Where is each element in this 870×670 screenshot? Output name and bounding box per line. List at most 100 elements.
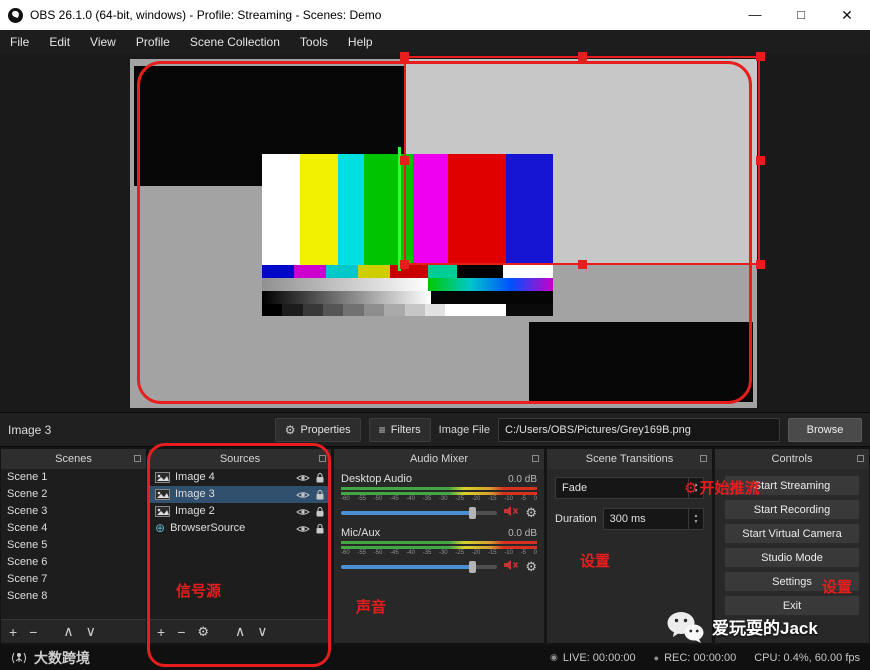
filters-icon: ≡ [379,423,386,437]
scenes-panel-header: Scenes [1,449,146,469]
color-bars-test-pattern [262,154,553,318]
volume-slider-thumb[interactable] [469,507,476,519]
combo-arrows-icon[interactable]: ▲▼ [688,478,703,498]
audio-mixer-title: Audio Mixer [410,453,468,465]
grayscale-steps-strip [262,304,553,316]
channel-name: Mic/Aux [341,527,380,539]
rec-status: ● REC: 00:00:00 [654,652,737,664]
scene-item[interactable]: Scene 8 [1,588,146,605]
lock-icon[interactable] [315,506,325,518]
settings-button[interactable]: Settings [724,571,860,592]
spinner-arrows-icon[interactable]: ▲▼ [688,509,703,529]
image-file-label: Image File [439,424,490,436]
menu-file[interactable]: File [0,30,39,54]
channel-level: 0.0 dB [508,528,537,539]
channel-gear-icon[interactable]: ⚙ [525,505,537,521]
controls-title: Controls [772,453,813,465]
volume-slider[interactable] [341,560,497,574]
titlebar: OBS 26.1.0 (64-bit, windows) - Profile: … [0,0,870,30]
remove-scene-button[interactable]: − [29,624,37,640]
duration-label: Duration [555,513,597,525]
scene-item[interactable]: Scene 6 [1,554,146,571]
source-item[interactable]: Image 4 [149,469,331,486]
scene-item[interactable]: Scene 5 [1,537,146,554]
sources-panel-title: Sources [220,453,260,465]
scene-item[interactable]: Scene 3 [1,503,146,520]
minimize-button[interactable]: — [732,0,778,30]
source-item[interactable]: ⊕ BrowserSource [149,520,331,537]
brand-watermark: 大数跨境 [10,648,90,668]
close-button[interactable]: ✕ [824,0,870,30]
sources-panel: Sources Image 4 [149,449,331,643]
source-item[interactable]: Image 2 [149,503,331,520]
move-scene-up-button[interactable]: ∧ [63,623,73,640]
scene-item[interactable]: Scene 2 [1,486,146,503]
lock-icon[interactable] [315,472,325,484]
transition-value: Fade [556,482,688,494]
start-recording-button[interactable]: Start Recording [724,499,860,520]
start-streaming-button[interactable]: Start Streaming [724,475,860,496]
lock-icon[interactable] [315,489,325,501]
scenes-panel-title: Scenes [55,453,92,465]
dock-popout-icon[interactable] [319,455,326,462]
menubar: File Edit View Profile Scene Collection … [0,30,870,54]
duration-spinbox[interactable]: 300 ms ▲▼ [603,508,704,530]
wechat-watermark: 爱玩耍的Jack [666,610,818,643]
menu-tools[interactable]: Tools [290,30,338,54]
dock-popout-icon[interactable] [857,455,864,462]
remove-source-button[interactable]: − [177,624,185,640]
channel-name: Desktop Audio [341,473,412,485]
image-file-path-input[interactable] [498,418,780,442]
move-source-up-button[interactable]: ∧ [235,623,245,640]
scene-item[interactable]: Scene 7 [1,571,146,588]
menu-view[interactable]: View [80,30,126,54]
browse-button[interactable]: Browse [788,418,862,442]
mute-speaker-icon[interactable] [503,558,519,576]
source-item[interactable]: Image 3 [149,486,331,503]
volume-slider[interactable] [341,506,497,520]
volume-slider-thumb[interactable] [469,561,476,573]
visibility-eye-icon[interactable] [296,473,310,483]
mute-speaker-icon[interactable] [503,504,519,522]
transition-select[interactable]: Fade ▲▼ [555,477,704,499]
image-source-icon [155,472,170,483]
add-source-button[interactable]: + [157,624,165,640]
menu-help[interactable]: Help [338,30,383,54]
volume-meter-right [341,492,537,495]
live-status: ◉ LIVE: 00:00:00 [550,652,636,664]
menu-edit[interactable]: Edit [39,30,80,54]
move-source-down-button[interactable]: ∨ [257,623,267,640]
visibility-eye-icon[interactable] [296,524,310,534]
visibility-eye-icon[interactable] [296,507,310,517]
menu-profile[interactable]: Profile [126,30,180,54]
filters-button[interactable]: ≡ Filters [369,418,431,442]
maximize-button[interactable]: □ [778,0,824,30]
window-title: OBS 26.1.0 (64-bit, windows) - Profile: … [30,8,381,22]
menu-scene-collection[interactable]: Scene Collection [180,30,290,54]
scenes-panel: Scenes Scene 1 Scene 2 Scene 3 Scene 4 S… [1,449,146,643]
color-bars-row [262,154,553,265]
preview-area [0,54,870,412]
visibility-eye-icon[interactable] [296,490,310,500]
channel-gear-icon[interactable]: ⚙ [525,559,537,575]
source-properties-gear-icon[interactable]: ⚙ [197,624,209,640]
move-scene-down-button[interactable]: ∨ [86,623,96,640]
lock-icon[interactable] [315,523,325,535]
wechat-name: 爱玩耍的Jack [712,614,818,639]
scene-item[interactable]: Scene 1 [1,469,146,486]
properties-button[interactable]: ⚙ Properties [275,418,361,442]
image-source-icon [155,489,170,500]
studio-mode-button[interactable]: Studio Mode [724,547,860,568]
add-scene-button[interactable]: + [9,624,17,640]
start-virtual-camera-button[interactable]: Start Virtual Camera [724,523,860,544]
preview-canvas[interactable] [130,59,757,408]
audio-mixer-panel: Audio Mixer Desktop Audio 0.0 dB -60-55-… [334,449,544,643]
dock-popout-icon[interactable] [134,455,141,462]
scenes-list: Scene 1 Scene 2 Scene 3 Scene 4 Scene 5 … [1,469,146,619]
dock-popout-icon[interactable] [700,455,707,462]
live-icon: ◉ [550,652,558,663]
channel-level: 0.0 dB [508,474,537,485]
sources-list: Image 4 Image 3 [149,469,331,619]
scene-item[interactable]: Scene 4 [1,520,146,537]
dock-popout-icon[interactable] [532,455,539,462]
